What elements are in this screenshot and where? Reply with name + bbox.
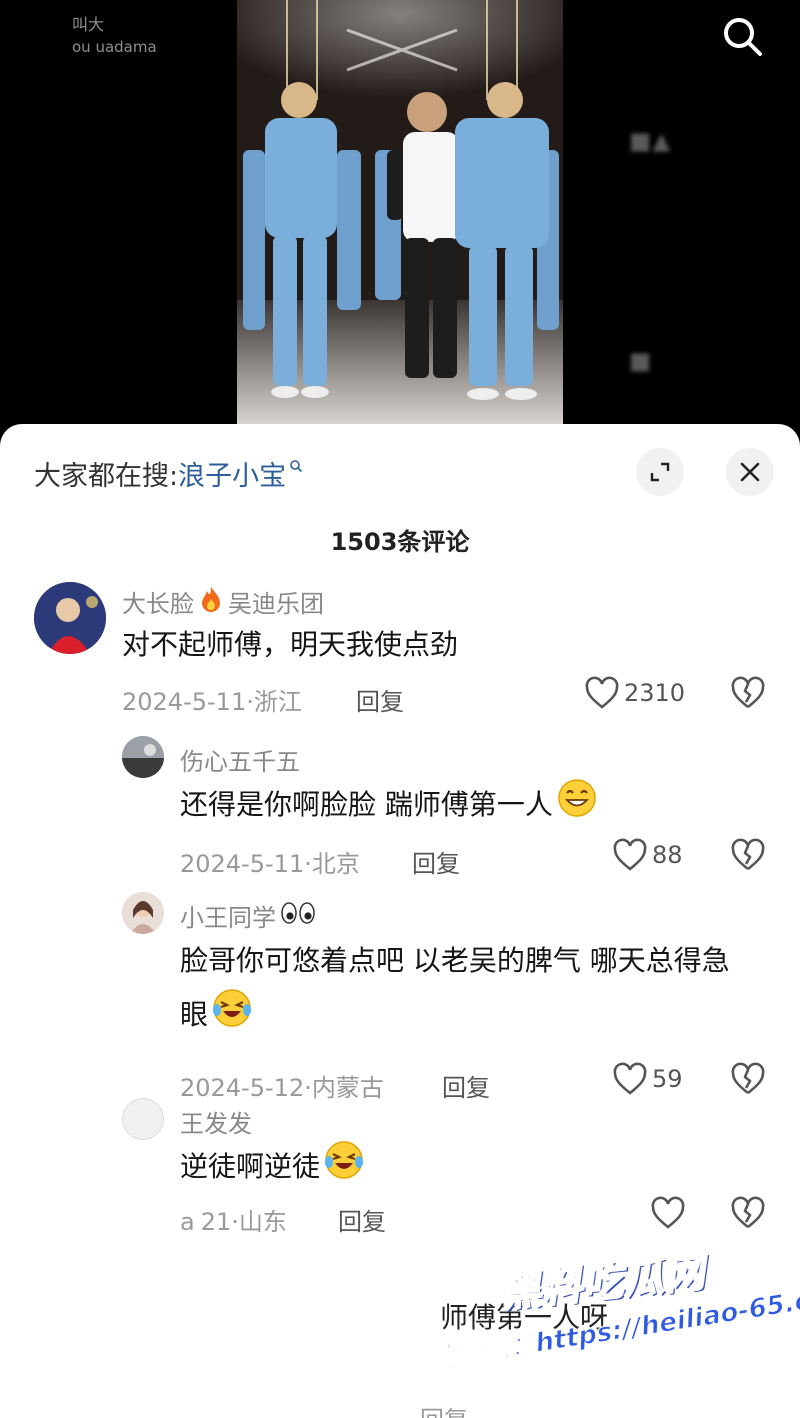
reply-comment-item: 小王同学 脸哥你可悠着点吧 以老吴的脾气 哪天总得急 眼 2024-5-12·内… <box>0 888 800 1102</box>
crying-laughing-emoji-icon <box>212 988 252 1044</box>
video-frame <box>237 0 563 424</box>
reply-comment-item: 王发发 逆徒啊逆徒 a 21·山东 回复 <box>0 1094 800 1244</box>
username[interactable]: 小王同学 <box>180 898 276 933</box>
user-badge: 吴迪乐团 <box>228 590 324 618</box>
comment-sheet: 大家都在搜: 浪子小宝 1503条评论 大长脸 吴迪乐团 对不起师傅，明天我使点… <box>0 424 800 1418</box>
heart-icon <box>613 838 647 871</box>
like-count: 2310 <box>624 679 686 707</box>
comment-text: 还得是你啊脸脸 踹师傅第一人 <box>180 778 597 834</box>
comment-count: 1503条评论 <box>330 528 470 556</box>
comment-text: 对不起师傅，明天我使点劲 <box>122 628 459 661</box>
like-button[interactable]: 88 <box>612 838 683 872</box>
username-row: 伤心五千五 <box>180 742 300 777</box>
partial-reply-button[interactable]: 回复 <box>420 1400 468 1418</box>
video-player[interactable]: 叫大 ou uadama ▪▴ ▪ <box>0 0 800 470</box>
close-button[interactable] <box>726 448 774 496</box>
like-button[interactable]: 2310 <box>584 676 685 710</box>
comment-text-line-1: 脸哥你可悠着点吧 以老吴的脾气 哪天总得急 <box>180 944 730 977</box>
crying-laughing-emoji-icon <box>324 1140 364 1196</box>
comment-text-content: 逆徒啊逆徒 <box>180 1150 321 1183</box>
reply-button[interactable]: 回复 <box>356 682 404 717</box>
video-watermark: 叫大 ou uadama <box>72 14 157 58</box>
fire-icon <box>198 585 224 619</box>
comment-date-location: 2024-5-11·北京 <box>180 850 360 878</box>
avatar[interactable] <box>34 582 106 654</box>
broken-heart-icon <box>731 838 765 871</box>
dislike-button[interactable] <box>730 838 766 876</box>
watermark-line-2: ou uadama <box>72 38 157 56</box>
like-button[interactable]: 59 <box>612 1062 683 1096</box>
reply-button[interactable]: 回复 <box>412 844 460 879</box>
close-icon <box>740 462 760 482</box>
expand-icon <box>650 462 670 482</box>
blurred-background-text: ▪ <box>628 340 653 381</box>
comment-item: 大长脸 吴迪乐团 对不起师傅，明天我使点劲 2024-5-11·浙江 回复 23… <box>0 574 800 724</box>
search-icon <box>724 18 762 56</box>
watermark-line-1: 叫大 <box>72 15 105 34</box>
comment-text-content: 眼 <box>180 998 209 1031</box>
dislike-button[interactable] <box>730 676 766 714</box>
username[interactable]: 伤心五千五 <box>180 742 300 777</box>
small-search-icon <box>289 459 303 477</box>
heart-icon <box>613 1062 647 1095</box>
blurred-background-text: ▪▴ <box>628 120 671 161</box>
search-button[interactable] <box>718 12 766 60</box>
like-count: 88 <box>652 841 683 869</box>
heart-icon <box>585 676 619 709</box>
eyes-emoji-icon <box>280 901 316 930</box>
comment-text-content: 还得是你啊脸脸 踹师傅第一人 <box>180 788 553 821</box>
username[interactable]: 王发发 <box>180 1104 252 1139</box>
comment-text: 逆徒啊逆徒 <box>180 1140 364 1196</box>
comment-date-location: 2024-5-11·浙江 <box>122 688 302 716</box>
username-row: 小王同学 <box>180 898 316 933</box>
reply-comment-item: 伤心五千五 还得是你啊脸脸 踹师傅第一人 2024-5-11·北京 回复 88 <box>0 730 800 880</box>
broken-heart-icon <box>731 676 765 709</box>
username[interactable]: 大长脸 <box>122 584 194 619</box>
avatar[interactable] <box>122 892 164 934</box>
like-count: 59 <box>652 1065 683 1093</box>
search-suggestion-term[interactable]: 浪子小宝 <box>178 454 286 493</box>
comment-text-line-2: 眼 <box>180 988 252 1044</box>
broken-heart-icon <box>731 1062 765 1095</box>
expand-button[interactable] <box>636 448 684 496</box>
username-row: 王发发 <box>180 1104 252 1139</box>
avatar[interactable] <box>122 1098 164 1140</box>
username-row: 大长脸 吴迪乐团 <box>122 584 324 619</box>
avatar[interactable] <box>122 736 164 778</box>
search-suggestion-label: 大家都在搜: <box>34 461 179 492</box>
stage-scene-image <box>237 0 563 424</box>
search-suggestion[interactable]: 大家都在搜: 浪子小宝 <box>34 454 303 493</box>
grin-emoji-icon <box>557 778 597 834</box>
